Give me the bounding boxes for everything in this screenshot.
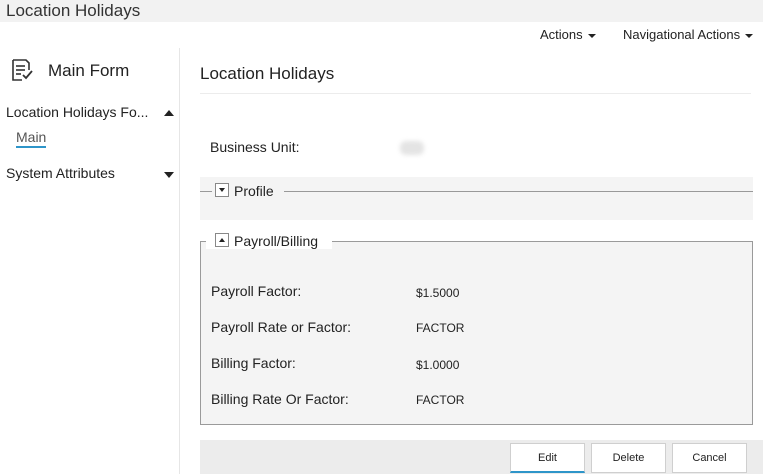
form-list-icon bbox=[10, 58, 36, 84]
divider bbox=[200, 191, 212, 192]
collapse-icon bbox=[164, 110, 174, 116]
billing-rate-or-factor-label: Billing Rate Or Factor: bbox=[211, 391, 349, 407]
sidebar-item-main[interactable]: Main bbox=[16, 129, 47, 148]
actions-menu[interactable]: Actions bbox=[540, 26, 596, 46]
billing-rate-or-factor-value: FACTOR bbox=[416, 393, 465, 407]
page-title: Location Holidays bbox=[6, 1, 141, 20]
delete-button[interactable]: Delete bbox=[591, 443, 666, 473]
sidebar-section-system-attributes[interactable]: System Attributes bbox=[6, 165, 176, 181]
profile-toggle-button[interactable] bbox=[215, 183, 229, 197]
title-bar: Location Holidays bbox=[0, 0, 763, 22]
actions-menu-label: Actions bbox=[540, 27, 583, 42]
expand-icon bbox=[164, 172, 174, 178]
chevron-down-icon bbox=[587, 33, 596, 38]
payroll-rate-or-factor-value: FACTOR bbox=[416, 321, 465, 335]
business-unit-label: Business Unit: bbox=[210, 139, 300, 155]
business-unit-value-redacted bbox=[400, 141, 424, 155]
navigational-actions-menu[interactable]: Navigational Actions bbox=[623, 26, 754, 46]
section-title: Location Holidays bbox=[200, 64, 335, 83]
sidebar-section-label: System Attributes bbox=[6, 165, 115, 181]
expand-icon bbox=[219, 188, 225, 192]
divider bbox=[284, 191, 753, 192]
billing-factor-label: Billing Factor: bbox=[211, 355, 296, 371]
navigational-actions-label: Navigational Actions bbox=[623, 27, 741, 42]
cancel-button[interactable]: Cancel bbox=[672, 443, 747, 473]
payroll-toggle-button[interactable] bbox=[215, 233, 229, 247]
payroll-legend-label: Payroll/Billing bbox=[234, 233, 319, 249]
form-title: Main Form bbox=[48, 61, 130, 80]
billing-factor-value: $1.0000 bbox=[416, 358, 460, 372]
form-header: Main Form bbox=[10, 58, 129, 84]
sidebar-section-location-holidays[interactable]: Location Holidays Fo... bbox=[6, 104, 176, 120]
profile-legend-label: Profile bbox=[234, 183, 274, 199]
edit-button[interactable]: Edit bbox=[510, 443, 585, 473]
payroll-factor-label: Payroll Factor: bbox=[211, 283, 302, 299]
divider bbox=[200, 93, 751, 94]
payroll-rate-or-factor-label: Payroll Rate or Factor: bbox=[211, 319, 352, 335]
chevron-down-icon bbox=[745, 33, 754, 38]
collapse-icon bbox=[219, 238, 225, 242]
profile-legend: Profile bbox=[200, 182, 753, 200]
payroll-factor-value: $1.5000 bbox=[416, 286, 460, 300]
sidebar-section-label: Location Holidays Fo... bbox=[6, 104, 149, 120]
